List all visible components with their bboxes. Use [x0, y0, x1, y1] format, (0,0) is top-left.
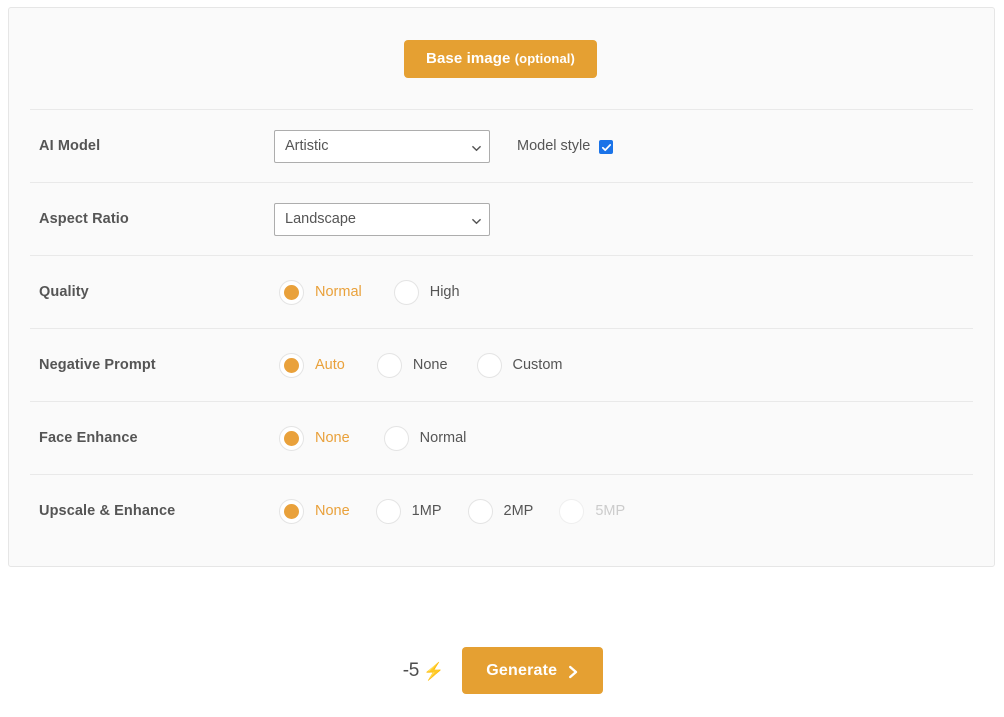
generate-button[interactable]: Generate	[462, 647, 604, 694]
quality-option-normal[interactable]: Normal	[279, 279, 362, 305]
label-ai-model: AI Model	[39, 138, 101, 154]
face-enhance-option-label: Normal	[419, 430, 467, 446]
upscale-radio-group: None 1MP 2MP 5MP	[279, 498, 651, 524]
upscale-option-label: 2MP	[503, 503, 534, 519]
aspect-ratio-select[interactable]: Landscape	[274, 202, 490, 236]
generation-settings-page: Base image (optional) AI Model Artistic …	[0, 0, 1004, 717]
base-image-label: Base image	[426, 49, 511, 67]
base-image-optional-suffix: (optional)	[514, 50, 575, 66]
control-upscale-enhance: None 1MP 2MP 5MP	[274, 498, 973, 524]
quality-option-high[interactable]: High	[393, 279, 460, 305]
negative-prompt-option-label: None	[412, 357, 448, 373]
setting-row-upscale-enhance: Upscale & Enhance None 1MP 2MP 5MP	[30, 474, 973, 547]
control-aspect-ratio: Landscape	[274, 202, 973, 236]
credit-cost-value: -5	[402, 659, 420, 681]
model-style-checkbox[interactable]	[599, 140, 614, 154]
label-face-enhance: Face Enhance	[39, 430, 138, 446]
settings-panel: Base image (optional) AI Model Artistic …	[8, 7, 995, 567]
radio-icon	[383, 425, 409, 451]
negative-prompt-option-label: Custom	[512, 357, 563, 373]
model-style-group: Model style	[517, 138, 614, 154]
negative-prompt-option-custom[interactable]: Custom	[476, 352, 563, 378]
radio-icon	[279, 498, 304, 524]
setting-row-negative-prompt: Negative Prompt Auto None Custom	[30, 328, 973, 401]
radio-icon	[279, 425, 304, 451]
radio-icon	[375, 498, 401, 524]
radio-icon	[467, 498, 493, 524]
base-image-button[interactable]: Base image (optional)	[404, 39, 597, 78]
label-upscale-enhance: Upscale & Enhance	[39, 503, 176, 519]
setting-row-aspect-ratio: Aspect Ratio Landscape	[30, 182, 973, 255]
aspect-ratio-select-wrap: Landscape	[274, 202, 490, 236]
quality-radio-group: Normal High	[279, 279, 484, 305]
ai-model-select[interactable]: Artistic	[274, 129, 490, 163]
label-negative-prompt: Negative Prompt	[39, 357, 156, 373]
negative-prompt-option-label: Auto	[315, 357, 345, 373]
upscale-option-none[interactable]: None	[279, 498, 350, 524]
radio-icon	[559, 498, 585, 524]
model-style-label: Model style	[517, 138, 591, 154]
face-enhance-option-none[interactable]: None	[279, 425, 350, 451]
generate-footer-inner: -5 ⚡ Generate	[402, 647, 604, 694]
generate-button-label: Generate	[486, 661, 558, 679]
upscale-option-1mp[interactable]: 1MP	[375, 498, 442, 524]
label-quality: Quality	[39, 284, 89, 300]
upscale-option-5mp: 5MP	[559, 498, 626, 524]
control-ai-model: Artistic Model style	[274, 129, 973, 163]
radio-icon	[476, 352, 502, 378]
radio-icon	[376, 352, 402, 378]
label-aspect-ratio: Aspect Ratio	[39, 211, 129, 227]
control-negative-prompt: Auto None Custom	[274, 352, 973, 378]
quality-option-label: Normal	[315, 284, 362, 300]
generate-footer: -5 ⚡ Generate	[0, 568, 1004, 717]
radio-icon	[279, 279, 304, 305]
radio-icon	[393, 279, 419, 305]
face-enhance-option-normal[interactable]: Normal	[383, 425, 467, 451]
negative-prompt-option-auto[interactable]: Auto	[279, 352, 345, 378]
negative-prompt-option-none[interactable]: None	[376, 352, 448, 378]
control-face-enhance: None Normal	[274, 425, 973, 451]
setting-row-face-enhance: Face Enhance None Normal	[30, 401, 973, 474]
face-enhance-radio-group: None Normal	[279, 425, 490, 451]
quality-option-label: High	[429, 284, 460, 300]
control-quality: Normal High	[274, 279, 973, 305]
negative-prompt-radio-group: Auto None Custom	[279, 352, 586, 378]
upscale-option-label: 1MP	[411, 503, 442, 519]
radio-icon	[279, 352, 304, 378]
setting-row-quality: Quality Normal High	[30, 255, 973, 328]
base-image-row: Base image (optional)	[9, 8, 994, 109]
upscale-option-label: 5MP	[595, 503, 626, 519]
setting-row-ai-model: AI Model Artistic Model style	[30, 109, 973, 182]
lightning-bolt-icon: ⚡	[423, 662, 445, 681]
ai-model-select-wrap: Artistic	[274, 129, 490, 163]
upscale-option-label: None	[315, 503, 350, 519]
upscale-option-2mp[interactable]: 2MP	[467, 498, 534, 524]
chevron-right-icon	[568, 665, 579, 679]
face-enhance-option-label: None	[315, 430, 350, 446]
